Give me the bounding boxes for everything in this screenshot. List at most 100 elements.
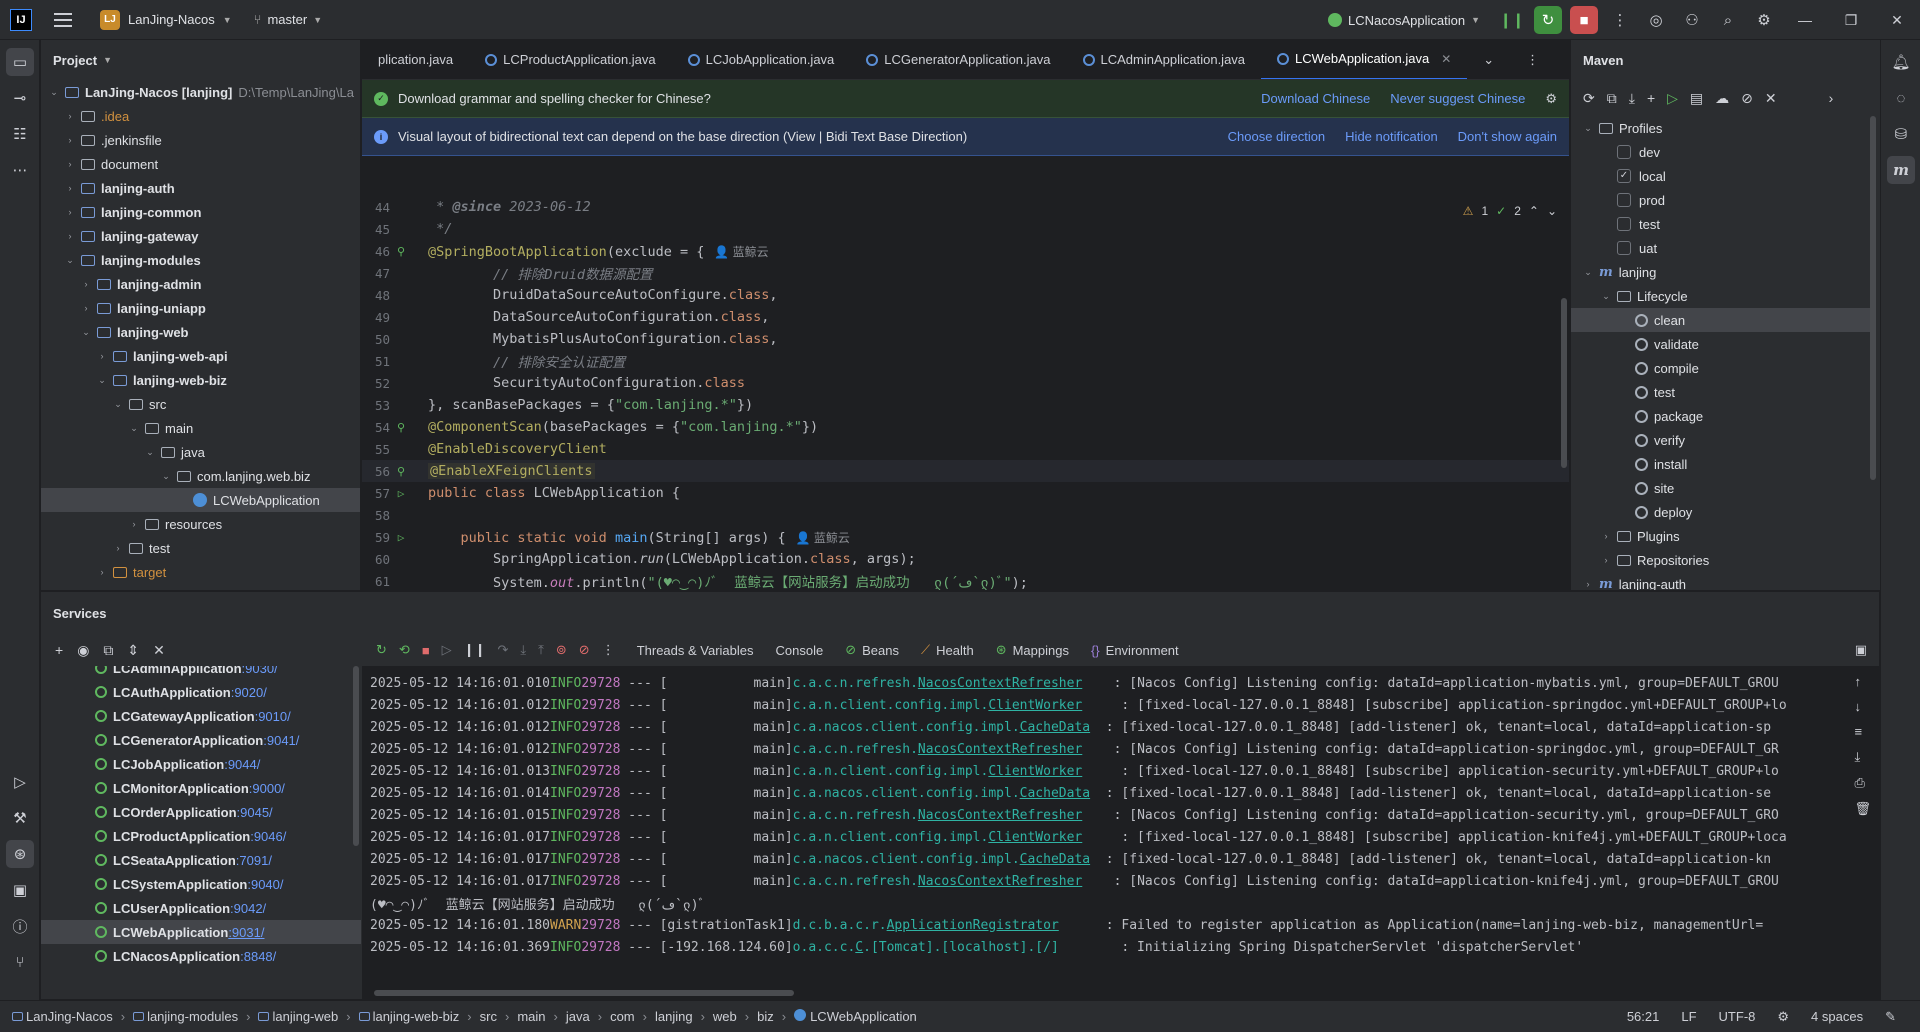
- collapse-icon[interactable]: ✕: [1765, 90, 1777, 107]
- log-logger[interactable]: c.a.c.n.refresh.NacosContextRefresher: [793, 742, 1114, 757]
- trash-icon[interactable]: 🗑︎: [1854, 801, 1871, 817]
- breadcrumb-item[interactable]: java: [566, 1009, 590, 1024]
- tree-item[interactable]: › target: [41, 560, 360, 584]
- service-item[interactable]: LCWebApplication:9031/: [41, 920, 361, 944]
- never-suggest-link[interactable]: Never suggest Chinese: [1390, 91, 1525, 107]
- console-tab[interactable]: Threads & Variables: [637, 643, 754, 658]
- print-icon[interactable]: ⎙: [1854, 775, 1871, 791]
- editor-scrollbar[interactable]: [1561, 298, 1567, 468]
- step-over-icon[interactable]: ↷: [497, 642, 508, 658]
- editor-tab[interactable]: LCAdminApplication.java: [1067, 40, 1262, 79]
- bean-gutter-icon[interactable]: ⚲: [390, 465, 412, 478]
- editor-tab[interactable]: plication.java: [362, 40, 469, 79]
- breadcrumb-item[interactable]: LanJing-Nacos: [12, 1009, 113, 1024]
- readonly-lock-icon[interactable]: ⚙: [1777, 1009, 1789, 1025]
- service-port-link[interactable]: :9000/: [249, 781, 285, 796]
- maven-tree-item[interactable]: ✓ local: [1571, 164, 1870, 188]
- maven-tree-item[interactable]: test: [1571, 212, 1870, 236]
- logger-class-link[interactable]: NacosContextRefresher: [918, 808, 1082, 823]
- service-item[interactable]: LCJobApplication:9044/: [41, 752, 361, 776]
- ai-assistant-icon[interactable]: ◎: [1642, 6, 1670, 34]
- logger-class-link[interactable]: NacosContextRefresher: [918, 676, 1082, 691]
- download-chinese-link[interactable]: Download Chinese: [1261, 91, 1370, 107]
- service-item[interactable]: LCAdminApplication:9030/: [41, 666, 361, 680]
- step-into-icon[interactable]: ⤓: [520, 642, 526, 658]
- service-item[interactable]: LCNacosApplication:8848/: [41, 944, 361, 968]
- pause-icon[interactable]: ❙❙: [1498, 6, 1526, 34]
- maven-tree-item[interactable]: package: [1571, 404, 1870, 428]
- reload-icon[interactable]: ⟳: [1583, 90, 1595, 107]
- breadcrumb-item[interactable]: lanjing-modules: [133, 1009, 238, 1024]
- console-tab[interactable]: Console: [776, 643, 824, 658]
- maven-tree-item[interactable]: deploy: [1571, 500, 1870, 524]
- service-item[interactable]: LCGeneratorApplication:9041/: [41, 728, 361, 752]
- editor-tab[interactable]: LCProductApplication.java: [469, 40, 671, 79]
- tree-item[interactable]: ⌄ lanjing-web-biz: [41, 368, 360, 392]
- services-scrollbar[interactable]: [353, 666, 359, 846]
- collapse-arrow-icon[interactable]: ›: [127, 519, 141, 529]
- bean-gutter-icon[interactable]: ⚲: [390, 245, 412, 258]
- expand-all-icon[interactable]: ⇕: [127, 642, 139, 659]
- log-logger[interactable]: c.a.c.n.refresh.NacosContextRefresher: [793, 676, 1114, 691]
- service-port-link[interactable]: :9046/: [250, 829, 286, 844]
- console-tab[interactable]: ⊘ Beans: [845, 642, 899, 658]
- editor-tab[interactable]: LCWebApplication.java ✕: [1261, 40, 1468, 79]
- run-tool-icon[interactable]: ▷: [6, 768, 34, 796]
- tree-item[interactable]: › resources: [41, 512, 360, 536]
- maven-tree-item[interactable]: test: [1571, 380, 1870, 404]
- breadcrumb-item[interactable]: LCWebApplication: [794, 1009, 917, 1024]
- tree-item[interactable]: › lanjing-auth: [41, 176, 360, 200]
- maven-tree-item[interactable]: verify: [1571, 428, 1870, 452]
- service-port-link[interactable]: :9042/: [230, 901, 266, 916]
- breadcrumb-item[interactable]: main: [517, 1009, 545, 1024]
- problems-tool-icon[interactable]: ⓘ: [6, 912, 34, 940]
- service-port-link[interactable]: :9020/: [231, 685, 267, 700]
- console-tab[interactable]: ⊛ Mappings: [996, 642, 1069, 658]
- scroll-up-icon[interactable]: ↑: [1854, 674, 1871, 689]
- logger-class-link[interactable]: CacheData: [1020, 720, 1090, 735]
- step-out-icon[interactable]: ⤒: [538, 642, 544, 658]
- maven-tree-item[interactable]: ⌄ Lifecycle: [1571, 284, 1870, 308]
- log-logger[interactable]: c.a.c.n.refresh.NacosContextRefresher: [793, 874, 1114, 889]
- settings-gear-icon[interactable]: ⚙: [1750, 6, 1778, 34]
- console-h-scrollbar[interactable]: [374, 990, 794, 996]
- expand-arrow-icon[interactable]: ⌄: [1599, 291, 1613, 302]
- branch-switcher[interactable]: ⑂ master ▼: [254, 12, 322, 27]
- breadcrumb-item[interactable]: src: [480, 1009, 497, 1024]
- pause-icon[interactable]: ❙❙: [464, 642, 486, 658]
- tree-item[interactable]: › .idea: [41, 104, 360, 128]
- maven-tree-item[interactable]: install: [1571, 452, 1870, 476]
- collapse-arrow-icon[interactable]: ›: [63, 183, 77, 193]
- log-logger[interactable]: c.a.nacos.client.config.impl.CacheData: [793, 786, 1106, 801]
- dont-show-again-link[interactable]: Don't show again: [1458, 129, 1557, 144]
- add-icon[interactable]: +: [1647, 90, 1655, 106]
- more-tools-icon[interactable]: ⋯: [6, 156, 34, 184]
- tree-item[interactable]: ⌄ com.lanjing.web.biz: [41, 464, 360, 488]
- tree-item[interactable]: ⌄ java: [41, 440, 360, 464]
- generate-sources-icon[interactable]: ⧉: [1607, 90, 1617, 107]
- expand-arrow-icon[interactable]: ⌄: [1581, 267, 1595, 278]
- service-item[interactable]: LCMonitorApplication:9000/: [41, 776, 361, 800]
- settings-gear-icon[interactable]: ⚙: [1545, 91, 1557, 107]
- tabs-overflow-icon[interactable]: ⌄: [1467, 40, 1510, 79]
- breadcrumb-item[interactable]: lanjing: [655, 1009, 693, 1024]
- tree-item[interactable]: › lanjing-gateway: [41, 224, 360, 248]
- log-logger[interactable]: d.c.b.a.c.r.ApplicationRegistrator: [793, 918, 1106, 933]
- resume-icon[interactable]: ▷: [442, 642, 452, 658]
- mute-breakpoints-icon[interactable]: ⊘: [579, 642, 590, 658]
- log-logger[interactable]: c.a.nacos.client.config.impl.CacheData: [793, 852, 1106, 867]
- minimize-icon[interactable]: —: [1782, 0, 1828, 40]
- new-tab-icon[interactable]: ⧉: [103, 642, 113, 659]
- profile-checkbox[interactable]: [1617, 145, 1631, 159]
- scroll-down-icon[interactable]: ↓: [1854, 699, 1871, 714]
- file-encoding[interactable]: UTF-8: [1719, 1009, 1756, 1025]
- terminal-tool-icon[interactable]: ▣: [6, 876, 34, 904]
- tree-item[interactable]: › document: [41, 152, 360, 176]
- expand-arrow-icon[interactable]: ⌄: [47, 87, 61, 98]
- expand-arrow-icon[interactable]: ⌄: [159, 471, 173, 482]
- log-logger[interactable]: c.a.n.client.config.impl.ClientWorker: [793, 830, 1122, 845]
- project-panel-header[interactable]: Project ▼: [41, 40, 360, 80]
- run-configuration-selector[interactable]: LCNacosApplication ▼: [1328, 13, 1480, 28]
- maven-tree-item[interactable]: dev: [1571, 140, 1870, 164]
- service-item[interactable]: LCUserApplication:9042/: [41, 896, 361, 920]
